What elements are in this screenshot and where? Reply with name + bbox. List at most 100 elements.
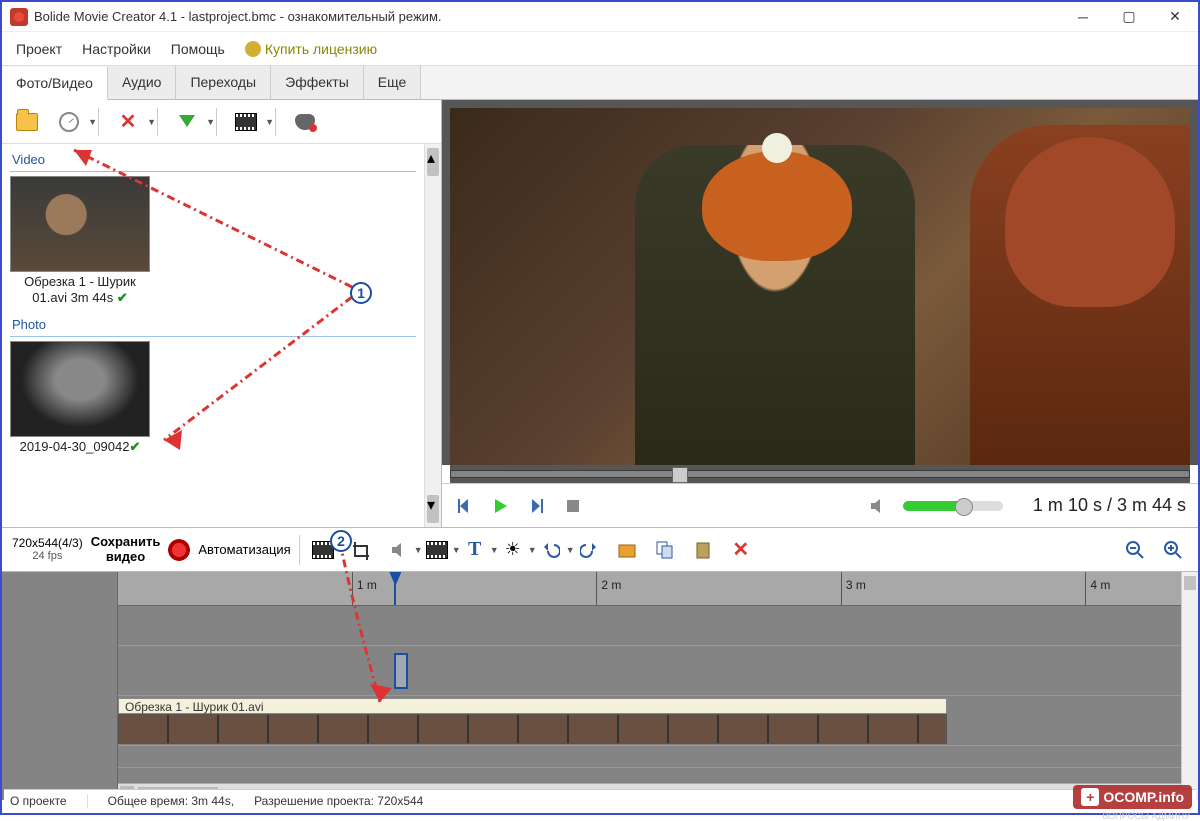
maximize-button[interactable]: ▢ xyxy=(1106,2,1152,32)
hat-1 xyxy=(702,151,852,261)
preview-controls: 1 m 10 s / 3 m 44 s xyxy=(442,483,1198,527)
annotation-badge-1: 1 xyxy=(350,282,372,304)
preview-panel: 1 m 10 s / 3 m 44 s xyxy=(442,100,1198,527)
add-file-button[interactable] xyxy=(8,105,46,139)
photo-section-label: Photo xyxy=(10,313,416,337)
timeline-v-scrollbar[interactable] xyxy=(1181,572,1198,800)
separator xyxy=(216,108,217,136)
ruler-mark: 1 m xyxy=(352,572,377,605)
video-frame xyxy=(450,108,1190,465)
video-thumbnail xyxy=(10,176,150,272)
tool-paste-button[interactable] xyxy=(688,535,718,565)
timeline-ruler[interactable]: 1 m 2 m 3 m 4 m xyxy=(118,572,1181,606)
tool-undo-button[interactable]: ▼ xyxy=(536,535,566,565)
clip-filmstrip xyxy=(118,714,947,744)
menu-project[interactable]: Проект xyxy=(6,35,72,63)
ruler-mark: 4 m xyxy=(1085,572,1110,605)
video-clip-label: Обрезка 1 - Шурик 01.avi 3m 44s ✔ xyxy=(10,272,150,309)
timeline-toolbar: 720x544(4/3) 24 fps Сохранитьвидео Автом… xyxy=(2,528,1198,572)
timeline-clip[interactable]: Обрезка 1 - Шурик 01.avi xyxy=(118,698,947,744)
separator xyxy=(157,108,158,136)
preview-video xyxy=(442,100,1198,465)
ruler-mark: 2 m xyxy=(596,572,621,605)
next-frame-button[interactable] xyxy=(526,495,548,517)
check-icon: ✔ xyxy=(129,439,140,454)
movie-button[interactable]: ▼ xyxy=(227,105,265,139)
tab-transitions[interactable]: Переходы xyxy=(176,66,271,99)
check-icon: ✔ xyxy=(117,290,128,305)
playhead[interactable] xyxy=(394,572,396,605)
tool-copy-button[interactable] xyxy=(650,535,680,565)
statusbar: О проекте Общее время: 3m 44s, Разрешени… xyxy=(4,789,1196,811)
record-icon[interactable] xyxy=(168,539,190,561)
photo-item[interactable]: 2019-04-30_09042✔ xyxy=(10,341,150,457)
status-total-time: Общее время: 3m 44s, xyxy=(108,794,234,808)
x-icon: ✕ xyxy=(732,537,749,562)
tool-delete-button[interactable]: ✕ xyxy=(726,535,756,565)
clip-title: Обрезка 1 - Шурик 01.avi xyxy=(118,698,947,714)
menu-buy-license[interactable]: Купить лицензию xyxy=(235,35,387,63)
close-button[interactable]: ✕ xyxy=(1152,2,1198,32)
track-spacer: + xyxy=(118,746,1181,768)
titlebar: Bolide Movie Creator 4.1 - lastproject.b… xyxy=(2,2,1198,32)
track-photo[interactable]: 🔇 ⏷ ✕ xyxy=(118,646,1181,696)
track-empty-1[interactable] xyxy=(118,606,1181,646)
scrub-handle[interactable] xyxy=(672,467,688,483)
automation-button[interactable]: Автоматизация xyxy=(198,542,290,557)
window-title: Bolide Movie Creator 4.1 - lastproject.b… xyxy=(34,9,1060,24)
media-panel: ▼ ✕▼ ▼ ▼ Video Обрезка 1 - Шурик 01.avi … xyxy=(2,100,442,527)
status-about[interactable]: О проекте xyxy=(10,794,88,808)
annotation-badge-2: 2 xyxy=(330,530,352,552)
tab-audio[interactable]: Аудио xyxy=(108,66,177,99)
tool-zoom-in-button[interactable] xyxy=(1158,535,1188,565)
app-logo-icon xyxy=(10,8,28,26)
ruler-mark: 3 m xyxy=(841,572,866,605)
hat-2 xyxy=(1005,137,1175,307)
volume-slider[interactable] xyxy=(903,501,1003,511)
play-button[interactable] xyxy=(490,495,512,517)
media-toolbar: ▼ ✕▼ ▼ ▼ xyxy=(2,100,441,144)
timeline-body[interactable]: 1 m 2 m 3 m 4 m 🔇 ⏷ ✕ 🔇 ⏷ ✕ xyxy=(118,572,1181,800)
stop-button[interactable] xyxy=(562,495,584,517)
photo-label: 2019-04-30_09042✔ xyxy=(10,437,150,457)
preview-scrubber[interactable] xyxy=(450,465,1190,483)
media-scrollbar[interactable]: ▴ ▾ xyxy=(424,144,441,527)
tab-more[interactable]: Еще xyxy=(364,66,422,99)
insert-point xyxy=(394,653,408,689)
watermark: OCOMP.info ВОПРОСЫ АДМИНУ xyxy=(1073,785,1192,809)
tool-movie-button[interactable]: ▼ xyxy=(422,535,452,565)
menu-settings[interactable]: Настройки xyxy=(72,35,161,63)
time-display: 1 m 10 s / 3 m 44 s xyxy=(1033,495,1186,516)
tab-photo-video[interactable]: Фото/Видео xyxy=(2,67,108,100)
tool-brightness-button[interactable]: ☀▼ xyxy=(498,535,528,565)
menu-buy-label: Купить лицензию xyxy=(265,41,377,57)
download-icon xyxy=(179,115,195,135)
menubar: Проект Настройки Помощь Купить лицензию xyxy=(2,32,1198,66)
folder-icon xyxy=(16,113,38,131)
tool-volume-button[interactable]: ▼ xyxy=(384,535,414,565)
download-button[interactable]: ▼ xyxy=(168,105,206,139)
save-video-button[interactable]: Сохранитьвидео xyxy=(91,535,161,564)
prev-frame-button[interactable] xyxy=(454,495,476,517)
tab-effects[interactable]: Эффекты xyxy=(271,66,364,99)
status-resolution: Разрешение проекта: 720x544 xyxy=(254,794,423,808)
timeline-track-headers xyxy=(2,572,118,800)
film-icon xyxy=(235,113,257,131)
video-clip-item[interactable]: Обрезка 1 - Шурик 01.avi 3m 44s ✔ xyxy=(10,176,150,309)
volume-icon[interactable] xyxy=(867,495,889,517)
webcam-icon xyxy=(295,114,315,130)
webcam-button[interactable] xyxy=(286,105,324,139)
tool-snapshot-button[interactable] xyxy=(612,535,642,565)
video-section-label: Video xyxy=(10,148,416,172)
menu-help[interactable]: Помощь xyxy=(161,35,235,63)
timeline: 1 m 2 m 3 m 4 m 🔇 ⏷ ✕ 🔇 ⏷ ✕ xyxy=(2,572,1198,800)
x-icon: ✕ xyxy=(120,109,137,134)
tool-zoom-out-button[interactable] xyxy=(1120,535,1150,565)
tool-text-button[interactable]: T▼ xyxy=(460,535,490,565)
separator xyxy=(275,108,276,136)
track-video[interactable]: 🔇 ⏷ ✕ Обрезка 1 - Шурик 01.avi xyxy=(118,696,1181,746)
minimize-button[interactable]: ─ xyxy=(1060,2,1106,32)
delete-button[interactable]: ✕▼ xyxy=(109,105,147,139)
tool-redo-button[interactable] xyxy=(574,535,604,565)
recent-button[interactable]: ▼ xyxy=(50,105,88,139)
